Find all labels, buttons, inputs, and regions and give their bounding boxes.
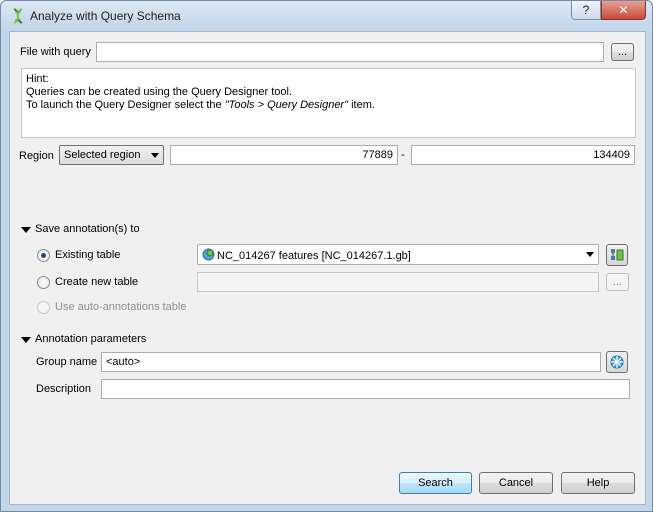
help-title-button[interactable]: ? xyxy=(571,1,601,20)
annotation-parameters-section-label: Annotation parameters xyxy=(35,333,147,345)
hint-box: Hint: Queries can be created using the Q… xyxy=(21,68,636,138)
window-title: Analyze with Query Schema xyxy=(30,9,181,23)
close-icon: ✕ xyxy=(618,3,629,17)
create-new-table-radio[interactable] xyxy=(37,276,50,289)
hint-line-2: To launch the Query Designer select the … xyxy=(26,99,631,112)
dropdown-arrow-icon xyxy=(151,153,159,158)
dialog-window: Analyze with Query Schema ? ✕ File with … xyxy=(0,0,653,512)
new-table-path-input[interactable] xyxy=(197,272,599,292)
group-name-input[interactable]: <auto> xyxy=(101,352,601,372)
group-name-label: Group name xyxy=(36,356,98,368)
region-start-input[interactable]: 77889 xyxy=(170,145,398,165)
description-label: Description xyxy=(36,383,92,395)
project-tree-icon xyxy=(611,249,624,261)
region-mode-value: Selected region xyxy=(64,149,141,161)
region-mode-select[interactable]: Selected region xyxy=(59,145,164,165)
region-separator: - xyxy=(401,149,405,161)
hint-line-2-suffix: item. xyxy=(348,99,375,111)
hint-line-1: Queries can be created using the Query D… xyxy=(26,86,292,98)
browse-new-table-button[interactable]: ... xyxy=(606,273,629,291)
ellipsis-icon: ... xyxy=(617,46,628,58)
dialog-body: File with query ... Hint: Queries can be… xyxy=(9,31,646,505)
collapse-arrow-icon[interactable] xyxy=(21,227,31,233)
help-button[interactable]: Help xyxy=(561,472,635,494)
existing-table-value: NC_014267 features [NC_014267.1.gb] xyxy=(217,250,411,262)
collapse-arrow-icon[interactable] xyxy=(21,337,31,343)
cancel-button[interactable]: Cancel xyxy=(479,472,553,494)
ellipsis-icon: ... xyxy=(612,276,623,288)
existing-table-radio[interactable] xyxy=(37,249,50,262)
title-bar: Analyze with Query Schema ? ✕ xyxy=(1,1,652,31)
dropdown-arrow-icon xyxy=(586,252,594,257)
auto-annotations-radio[interactable] xyxy=(37,301,50,314)
search-button[interactable]: Search xyxy=(399,472,472,494)
file-with-query-input[interactable] xyxy=(96,42,604,62)
save-annotations-section-label: Save annotation(s) to xyxy=(35,223,140,235)
close-button[interactable]: ✕ xyxy=(601,1,646,20)
auto-annotations-label: Use auto-annotations table xyxy=(55,301,187,313)
region-end-input[interactable]: 134409 xyxy=(411,145,635,165)
description-input[interactable] xyxy=(101,379,630,399)
annotation-object-icon xyxy=(202,248,215,261)
select-annotation-object-button[interactable] xyxy=(606,244,628,266)
region-label: Region xyxy=(19,150,54,162)
existing-table-label: Existing table xyxy=(55,249,121,261)
group-gear-icon xyxy=(610,355,624,369)
hint-line-2-prefix: To launch the Query Designer select the xyxy=(26,99,225,111)
file-with-query-label: File with query xyxy=(20,46,91,58)
browse-file-button[interactable]: ... xyxy=(611,43,634,61)
question-icon: ? xyxy=(582,3,590,17)
predefined-group-button[interactable] xyxy=(606,351,628,373)
create-new-table-label: Create new table xyxy=(55,276,139,288)
ugene-dna-icon xyxy=(13,8,23,24)
hint-title: Hint: xyxy=(26,73,49,85)
existing-table-select[interactable]: NC_014267 features [NC_014267.1.gb] xyxy=(197,244,599,265)
hint-menu-path: "Tools > Query Designer" xyxy=(224,99,349,111)
